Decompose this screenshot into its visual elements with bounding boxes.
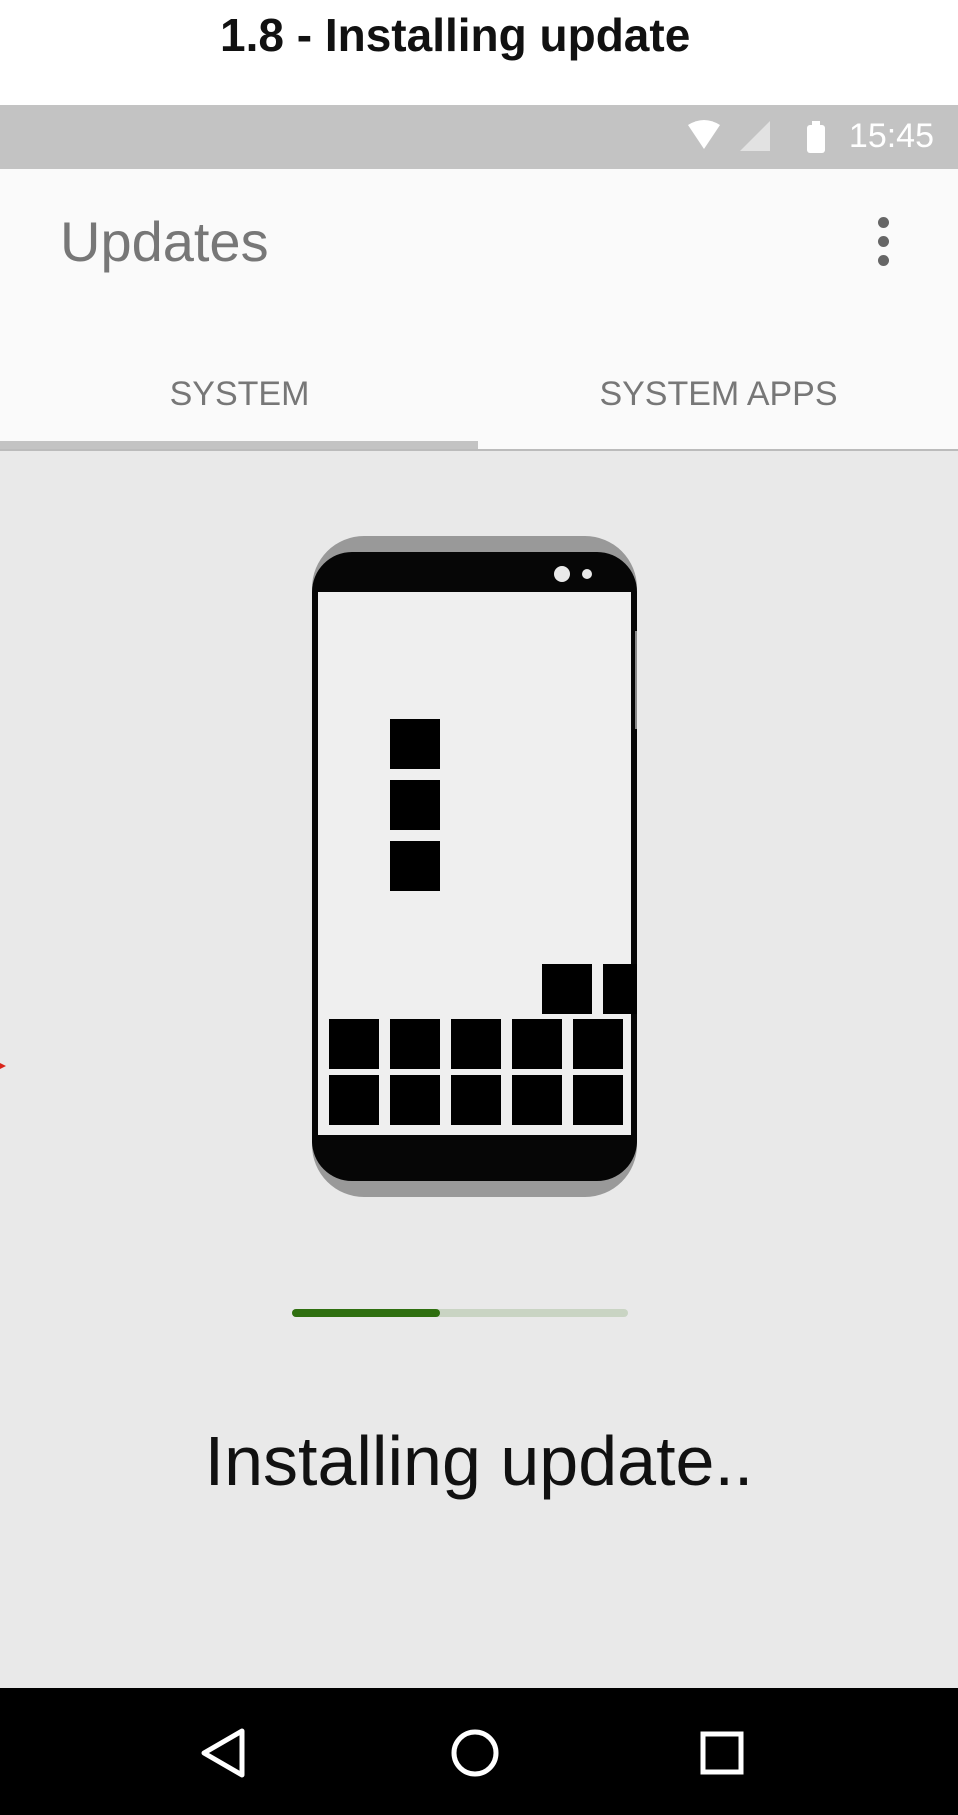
tab-system-apps[interactable]: SYSTEM APPS (479, 349, 958, 451)
falling-block (390, 719, 440, 891)
cell-signal-icon (740, 121, 770, 151)
app-bar: Updates SYSTEM SYSTEM APPS (0, 169, 958, 451)
navigation-bar (0, 1688, 958, 1815)
app-title: Updates (60, 210, 269, 273)
edge-marker (0, 1063, 6, 1069)
install-status-message: Installing update.. (204, 1422, 754, 1500)
back-icon[interactable] (182, 1713, 262, 1793)
install-progress-fill (292, 1309, 440, 1317)
phone-illustration (309, 536, 653, 1197)
tab-bar: SYSTEM SYSTEM APPS (0, 349, 958, 451)
tab-system-label: SYSTEM (169, 375, 310, 413)
tab-system-apps-label: SYSTEM APPS (599, 375, 838, 413)
update-content: Installing update.. (0, 451, 958, 1688)
install-progress-bar (292, 1309, 628, 1317)
recents-icon[interactable] (682, 1713, 762, 1793)
status-icons (688, 119, 828, 155)
caption-title: 1.8 - Installing update (220, 9, 691, 61)
tab-system[interactable]: SYSTEM (0, 349, 479, 451)
wifi-icon (688, 120, 720, 149)
status-time: 15:45 (848, 117, 934, 155)
battery-icon (807, 121, 825, 153)
more-vert-icon[interactable] (868, 213, 898, 273)
status-bar: 15:45 (0, 105, 958, 169)
home-icon[interactable] (435, 1713, 515, 1793)
caption: 1.8 - Installing update (0, 0, 958, 105)
phone-screen: 15:45 Updates SYSTEM SYSTEM APPS Install… (0, 105, 958, 1815)
